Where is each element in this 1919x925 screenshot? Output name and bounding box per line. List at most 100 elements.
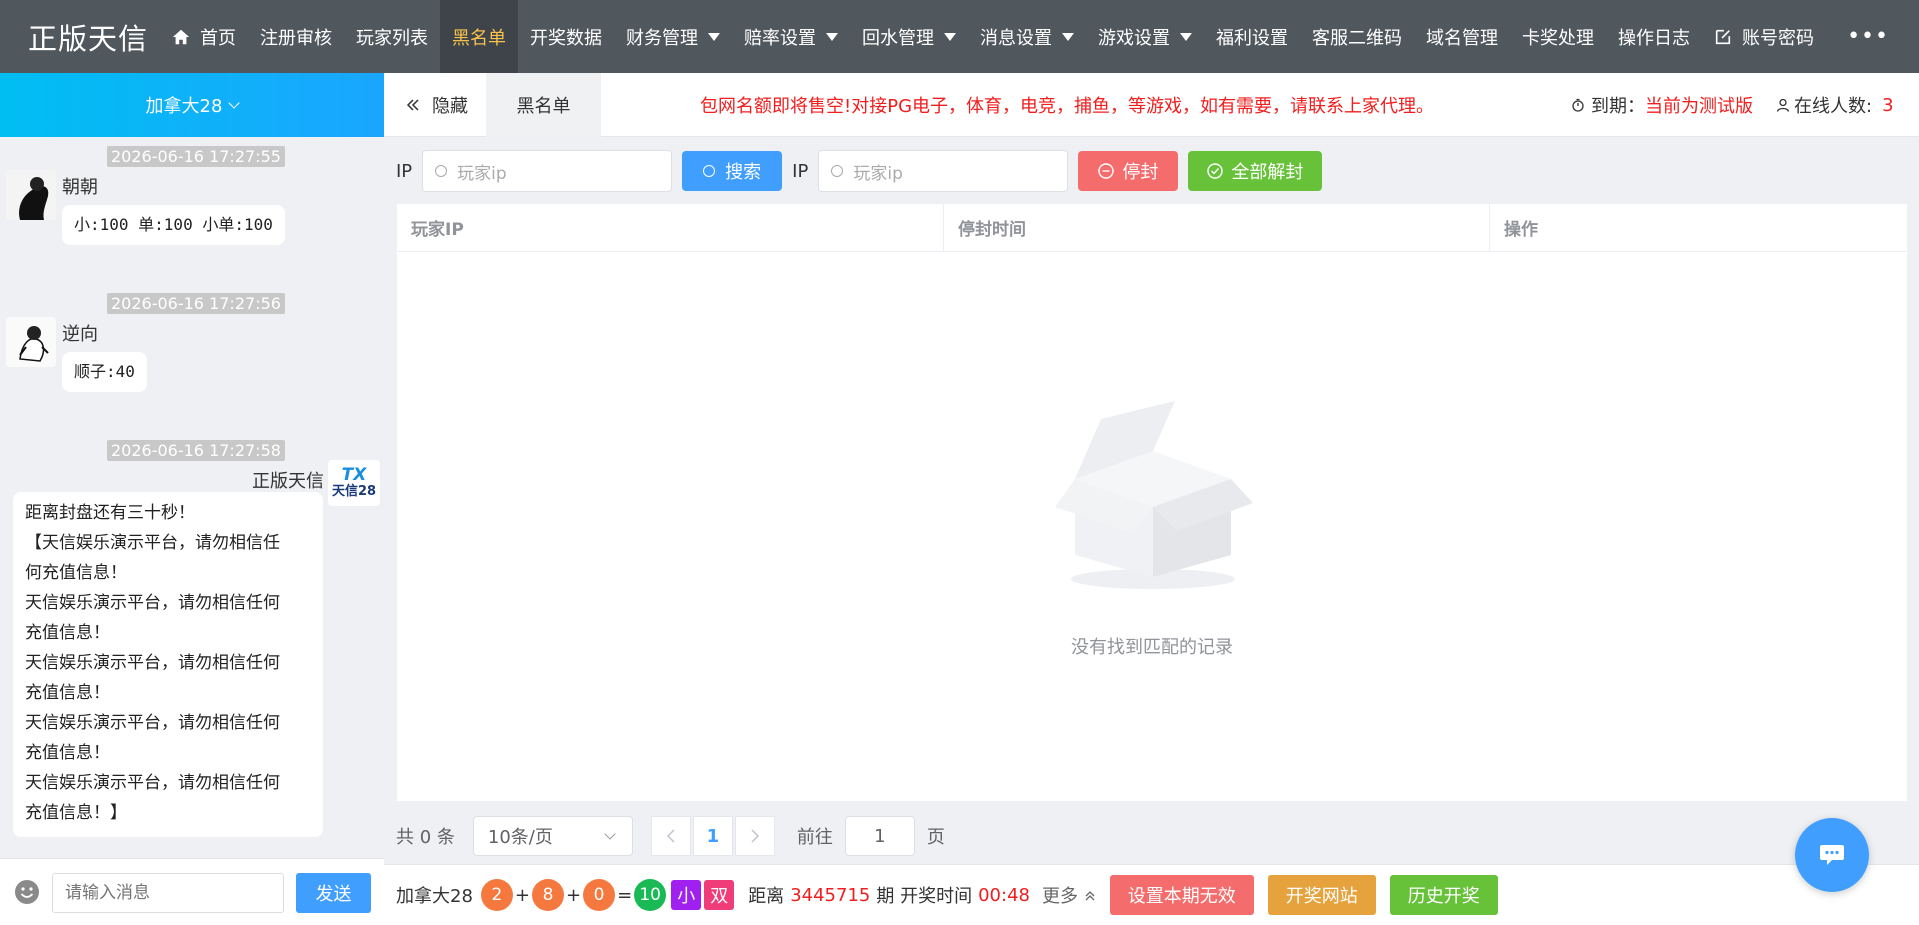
ip-label: IP [396,160,413,182]
nav-item-blacklist[interactable]: 黑名单 [440,0,518,73]
nav-item-finance[interactable]: 财务管理 [614,0,732,73]
unban-all-button[interactable]: 全部解封 [1188,151,1323,191]
message-line: 【天信娱乐演示平台，请勿相信任 [25,533,280,553]
plus-sign: + [566,884,582,906]
nav-item-label: 域名管理 [1426,27,1498,49]
message-username: 正版天信 [252,471,324,492]
nav-item-welfare[interactable]: 福利设置 [1204,0,1300,73]
notice-banner: 包网名额即将售空!对接PG电子，体育，电竞，捕鱼，等游戏，如有需要，请联系上家代… [700,96,1435,117]
lottery-site-button[interactable]: 开奖网站 [1267,875,1376,915]
emoji-icon[interactable] [14,879,40,905]
chevron-down-icon [604,828,616,840]
nav-item-player-list[interactable]: 玩家列表 [344,0,440,73]
empty-state-text: 没有找到匹配的记录 [1071,637,1233,658]
message-line: 充值信息！ [25,623,110,643]
ban-ip-placeholder: 玩家ip [853,163,903,184]
column-header-ban-time[interactable]: 停封时间 [944,204,1490,251]
user-avatar[interactable] [6,170,56,220]
message-line: 充值信息！】 [25,803,127,823]
ip-label: IP [792,160,809,182]
nav-item-game-settings[interactable]: 游戏设置 [1086,0,1204,73]
message-line: 天信娱乐演示平台，请勿相信任何 [25,653,280,673]
nav-item-operation-log[interactable]: 操作日志 [1606,0,1702,73]
caret-down-icon [1062,32,1074,41]
prev-page-button[interactable] [650,816,691,856]
user-avatar[interactable] [6,317,56,367]
message-line: 天信娱乐演示平台，请勿相信任何 [25,713,280,733]
top-navbar: 正版天信 首页 注册审核 玩家列表 黑名单 开奖数据 财务管理 赔率设置 回水管… [0,0,1919,73]
goto-page-input[interactable]: 1 [844,816,915,856]
caret-down-icon [944,32,956,41]
user-icon [1776,98,1790,112]
nav-item-home[interactable]: 首页 [160,0,248,73]
message-line: 距离封盘还有三十秒！ [25,503,195,523]
page-number-current[interactable]: 1 [692,816,733,856]
table-header: 玩家IP 停封时间 操作 [397,204,1907,252]
chat-fab-button[interactable] [1795,818,1869,892]
history-draws-button[interactable]: 历史开奖 [1389,875,1498,915]
nav-item-label: 首页 [200,27,236,49]
nav-item-label: 玩家列表 [356,27,428,49]
search-icon [435,165,448,177]
nav-item-stuck-draw[interactable]: 卡奖处理 [1510,0,1606,73]
room-name: 加拿大28 [145,96,223,117]
chevron-left-icon [666,829,675,843]
search-ip-input[interactable]: 玩家ip [422,150,673,192]
page-size-select[interactable]: 10条/页 [472,816,633,856]
result-ball-1: 2 [480,879,513,911]
search-button[interactable]: 搜索 [682,151,783,191]
online-value: 3 [1882,94,1894,116]
ban-ip-input[interactable]: 玩家ip [818,150,1069,192]
ban-button-label: 停封 [1122,162,1159,183]
chevron-down-icon [228,96,241,109]
hide-sidebar-button[interactable]: 隐藏 [384,73,486,137]
nav-item-register-review[interactable]: 注册审核 [248,0,344,73]
double-chevron-up-icon [1085,891,1095,901]
online-label: 在线人数: [1794,96,1873,117]
nav-item-rebate[interactable]: 回水管理 [850,0,968,73]
ban-button[interactable]: 停封 [1078,151,1179,191]
goto-label: 前往 [796,827,833,848]
edit-icon [1715,29,1731,44]
plus-sign: + [514,884,530,906]
unban-all-label: 全部解封 [1231,162,1304,183]
nav-item-label: 账号密码 [1742,27,1814,49]
result-sum: 10 [634,879,667,911]
draw-status-bar: 加拿大28 2 + 8 + 0 = 10 小 双 距离 3445715 期 开奖… [384,864,1919,925]
more-toggle[interactable]: 更多 [1042,882,1096,908]
chat-sidebar: 加拿大28 2026-06-16 17:27:55 朝朝 小:100 单:100… [0,73,384,925]
nav-item-service-qrcode[interactable]: 客服二维码 [1300,0,1414,73]
message-line: 何充值信息！ [25,563,127,583]
search-icon [831,165,844,177]
nav-item-label: 游戏设置 [1098,27,1170,49]
search-icon [703,165,716,177]
nav-item-messages[interactable]: 消息设置 [968,0,1086,73]
message-line: 天信娱乐演示平台，请勿相信任何 [25,773,280,793]
blacklist-table: 玩家IP 停封时间 操作 没有找到匹配的记录 [397,204,1907,801]
expire-info: 到期： 当前为测试版 [1571,73,1753,137]
message-input[interactable] [52,873,284,913]
bot-avatar[interactable]: TX 天信28 [328,460,380,506]
nav-item-odds[interactable]: 赔率设置 [732,0,850,73]
message-line: 充值信息！ [25,683,110,703]
message-timestamp: 2026-06-16 17:27:58 [107,440,285,461]
result-ball-2: 8 [532,879,564,911]
stopwatch-icon [1572,98,1584,112]
tab-bar: 隐藏 黑名单 包网名额即将售空!对接PG电子，体育，电竞，捕鱼，等游戏，如有需要… [384,72,1919,137]
nav-item-account-password[interactable]: 账号密码 [1702,0,1826,73]
room-selector[interactable]: 加拿大28 [0,73,384,137]
column-header-ip[interactable]: 玩家IP [397,204,944,251]
app-logo[interactable]: 正版天信 [0,0,160,73]
nav-item-lottery-data[interactable]: 开奖数据 [518,0,614,73]
tab-blacklist[interactable]: 黑名单 [486,72,601,137]
chat-messages[interactable]: 2026-06-16 17:27:55 朝朝 小:100 单:100 小单:10… [0,137,384,849]
period-prefix: 距离 [748,886,785,907]
more-menu-icon[interactable]: ••• [1847,0,1889,73]
main-content: 隐藏 黑名单 包网名额即将售空!对接PG电子，体育，电竞，捕鱼，等游戏，如有需要… [384,72,1919,925]
result-parity-badge: 双 [704,880,735,910]
set-period-invalid-button[interactable]: 设置本期无效 [1109,875,1254,915]
next-page-button[interactable] [734,816,775,856]
send-button[interactable]: 发送 [296,873,371,913]
search-ip-placeholder: 玩家ip [457,163,507,184]
nav-item-domains[interactable]: 域名管理 [1414,0,1510,73]
